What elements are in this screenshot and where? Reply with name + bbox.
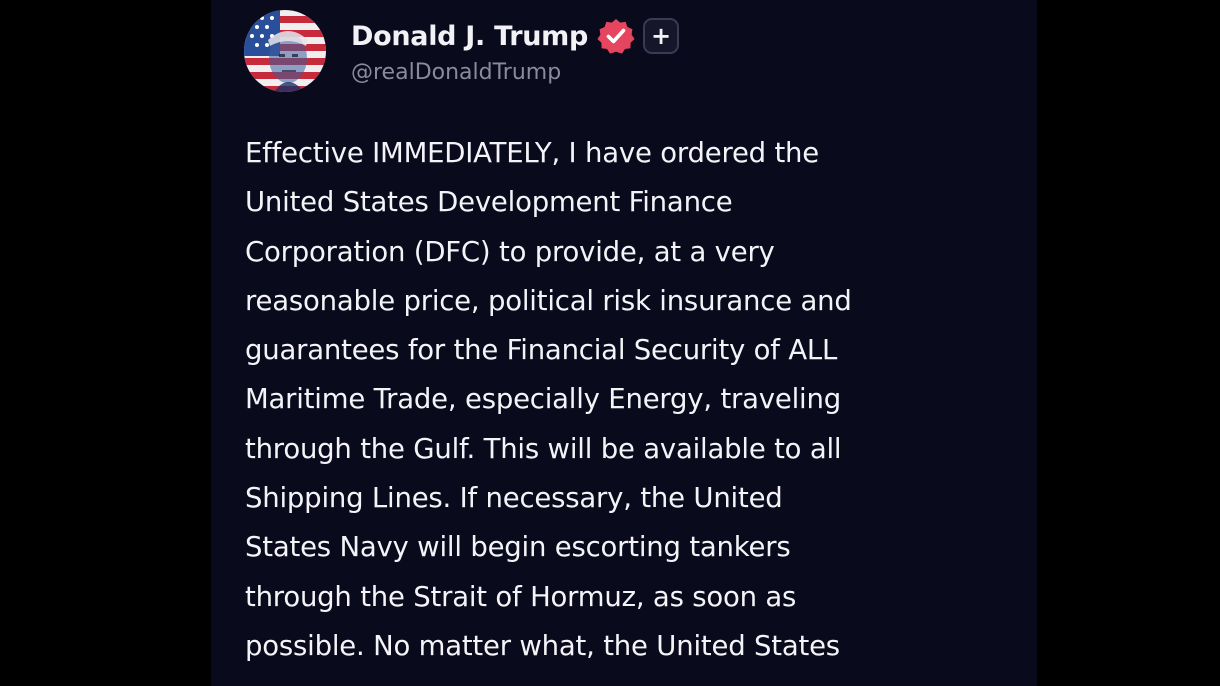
- post-card: Donald J. Trump + @realDonaldTrump Effec…: [211, 0, 1037, 686]
- post-body: Effective IMMEDIATELY, I have ordered th…: [245, 129, 1025, 671]
- post-text-line: Shipping Lines. If necessary, the United: [245, 482, 783, 515]
- follow-plus-button[interactable]: +: [643, 18, 680, 54]
- author-handle[interactable]: @realDonaldTrump: [351, 60, 561, 85]
- post-text-line: United States Development Finance: [245, 186, 733, 219]
- author-display-name[interactable]: Donald J. Trump: [351, 21, 588, 52]
- verified-badge-icon: [597, 19, 635, 54]
- post-text-line: Corporation (DFC) to provide, at a very: [245, 235, 775, 268]
- post-text-line: reasonable price, political risk insuran…: [245, 284, 852, 317]
- post-text-line: States Navy will begin escorting tankers: [245, 531, 791, 564]
- post-text-line: Maritime Trade, especially Energy, trave…: [245, 383, 841, 416]
- author-avatar[interactable]: [244, 10, 326, 92]
- post-text-line: through the Gulf. This will be available…: [245, 432, 842, 465]
- post-text-line: Effective IMMEDIATELY, I have ordered th…: [245, 137, 819, 169]
- post-text-line: possible. No matter what, the United Sta…: [245, 629, 840, 662]
- post-text-line: through the Strait of Hormuz, as soon as: [245, 580, 797, 613]
- avatar-flag-portrait-icon: [244, 10, 326, 92]
- post-text-line: guarantees for the Financial Security of…: [245, 334, 838, 367]
- plus-icon: +: [650, 22, 672, 50]
- author-name-row: Donald J. Trump +: [351, 14, 680, 58]
